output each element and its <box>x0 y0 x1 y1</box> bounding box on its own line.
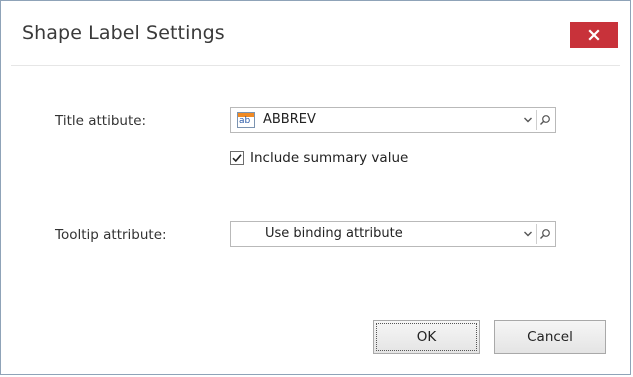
chevron-down-icon <box>524 117 532 123</box>
title-attribute-value: ABBREV <box>263 112 316 127</box>
search-icon <box>540 229 550 239</box>
tooltip-attribute-value: Use binding attribute <box>265 226 403 241</box>
chevron-down-icon <box>524 231 532 237</box>
title-attribute-combo[interactable]: ab ABBREV <box>230 107 556 133</box>
title-attribute-search-button[interactable] <box>537 110 553 130</box>
tooltip-attribute-buttons <box>520 224 553 244</box>
title-attribute-label: Title attibute: <box>55 113 147 129</box>
include-summary-checkbox[interactable] <box>230 151 244 165</box>
search-icon <box>540 115 550 125</box>
title-attribute-buttons <box>520 110 553 130</box>
title-attribute-dropdown-button[interactable] <box>520 110 536 130</box>
tooltip-attribute-search-button[interactable] <box>537 224 553 244</box>
include-summary-checkbox-row[interactable]: Include summary value <box>230 150 408 166</box>
include-summary-label: Include summary value <box>250 150 409 166</box>
close-icon <box>588 29 600 41</box>
tooltip-attribute-combo[interactable]: Use binding attribute <box>230 221 556 247</box>
close-button[interactable] <box>570 22 618 48</box>
dialog-content: Title attibute: ab ABBREV Include summar… <box>11 65 620 368</box>
tooltip-attribute-label: Tooltip attribute: <box>55 227 167 243</box>
shape-label-settings-dialog: Shape Label Settings Title attibute: ab … <box>0 0 631 375</box>
tooltip-attribute-dropdown-button[interactable] <box>520 224 536 244</box>
dialog-titlebar: Shape Label Settings <box>1 1 630 65</box>
ok-button[interactable]: OK <box>373 320 480 354</box>
text-attribute-icon: ab <box>237 112 255 128</box>
cancel-button[interactable]: Cancel <box>494 320 606 354</box>
dialog-title: Shape Label Settings <box>22 22 225 44</box>
checkmark-icon <box>232 154 242 163</box>
